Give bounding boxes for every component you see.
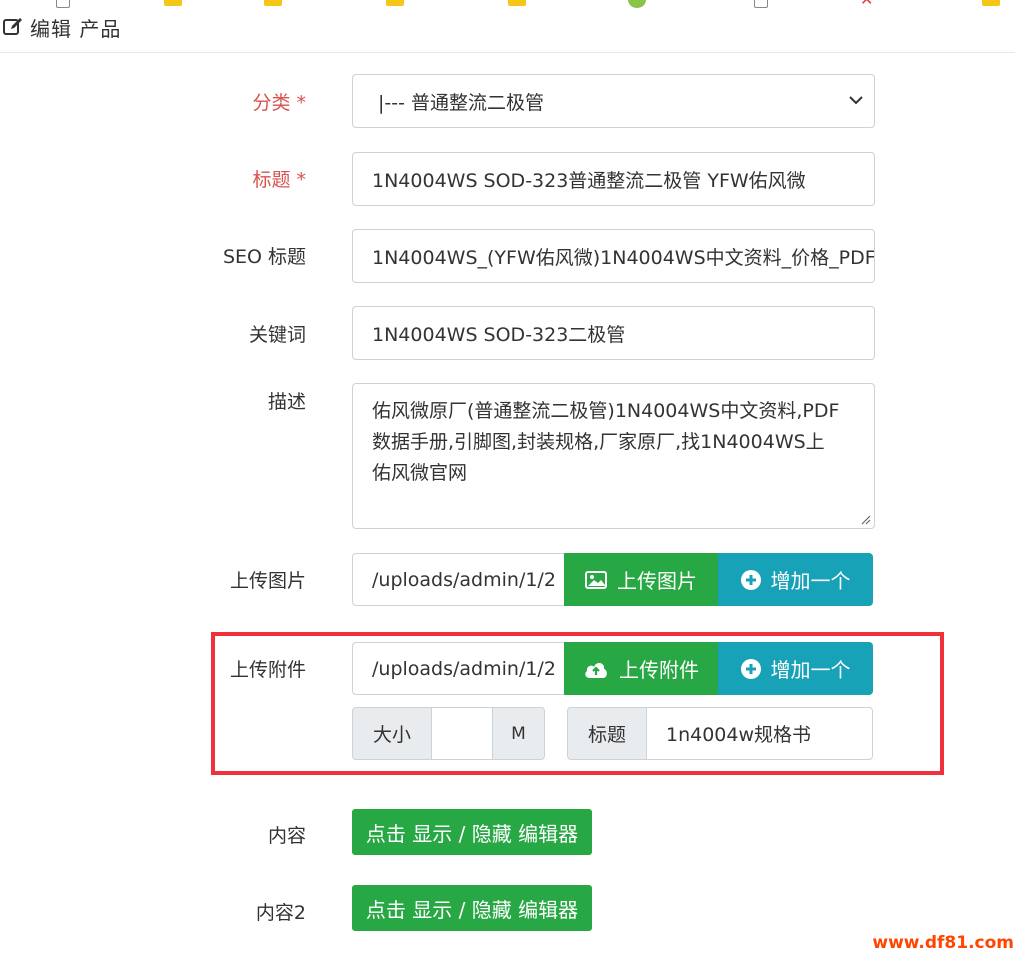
resize-grip-icon[interactable]	[859, 513, 871, 525]
size-unit-addon: M	[492, 707, 545, 760]
content2-label: 内容2	[255, 902, 306, 924]
watermark: www.df81.com	[872, 933, 1014, 953]
attachment-title-input[interactable]: 1n4004w规格书	[646, 707, 873, 760]
upload-image-button[interactable]: 上传图片	[564, 553, 718, 606]
size-input[interactable]	[431, 707, 493, 760]
attachment-path-input[interactable]: /uploads/admin/1/2	[352, 642, 565, 695]
page-icon	[754, 0, 768, 8]
title-input[interactable]: 1N4004WS SOD-323普通整流二极管 YFW佑风微	[352, 152, 875, 206]
keywords-label: 关键词	[248, 324, 306, 346]
page-icon	[56, 0, 70, 8]
size-addon-label: 大小	[352, 707, 432, 760]
add-image-button-label: 增加一个	[770, 569, 851, 593]
content-label: 内容	[267, 825, 306, 847]
toggle-editor2-button[interactable]: 点击 显示 / 隐藏 编辑器	[352, 885, 592, 931]
page-title: 编辑 产品	[30, 16, 122, 41]
seo-title-label: SEO 标题	[222, 246, 306, 268]
edit-icon	[3, 18, 22, 35]
description-line: 数据手册,引脚图,封装规格,厂家原厂,找1N4004WS上	[372, 431, 825, 453]
add-attachment-button-label: 增加一个	[770, 658, 851, 682]
plus-circle-icon	[740, 658, 761, 679]
folder-icon	[982, 0, 1000, 6]
page-header: 编辑 产品	[0, 12, 121, 42]
image-path-input[interactable]: /uploads/admin/1/2	[352, 553, 565, 606]
folder-icon	[386, 0, 404, 6]
keywords-input[interactable]: 1N4004WS SOD-323二极管	[352, 306, 875, 360]
add-attachment-button[interactable]: 增加一个	[718, 642, 873, 695]
description-textarea[interactable]: 佑风微原厂(普通整流二极管)1N4004WS中文资料,PDF 数据手册,引脚图,…	[352, 383, 875, 529]
folder-icon	[264, 0, 282, 6]
plus-circle-icon	[740, 569, 761, 590]
category-select[interactable]: |--- 普通整流二极管	[352, 74, 875, 128]
title-label: 标题 *	[252, 169, 306, 191]
upload-image-label: 上传图片	[229, 570, 306, 592]
globe-icon	[628, 0, 646, 8]
seo-title-input[interactable]: 1N4004WS_(YFW佑风微)1N4004WS中文资料_价格_PDF	[352, 229, 875, 283]
image-icon	[585, 570, 607, 589]
chevron-down-icon	[849, 96, 863, 105]
folder-icon	[164, 0, 182, 6]
cloud-upload-icon	[585, 662, 607, 678]
category-selected-value: |--- 普通整流二极管	[378, 91, 545, 114]
bookmark-x-icon: ✕	[860, 0, 876, 8]
add-image-button[interactable]: 增加一个	[718, 553, 873, 606]
attachment-title-addon-label: 标题	[567, 707, 647, 760]
upload-attachment-button[interactable]: 上传附件	[564, 642, 718, 695]
description-label: 描述	[267, 391, 306, 413]
upload-image-button-label: 上传图片	[617, 569, 697, 593]
folder-icon	[508, 0, 526, 6]
bookmark-bar: ✕	[0, 0, 1015, 10]
description-line: 佑风微原厂(普通整流二极管)1N4004WS中文资料,PDF	[372, 400, 840, 422]
upload-attachment-button-label: 上传附件	[619, 658, 699, 682]
divider	[0, 52, 1015, 53]
upload-attachment-label: 上传附件	[229, 659, 306, 681]
category-label: 分类 *	[252, 92, 306, 114]
description-line: 佑风微官网	[372, 462, 468, 484]
toggle-editor-button[interactable]: 点击 显示 / 隐藏 编辑器	[352, 809, 592, 855]
